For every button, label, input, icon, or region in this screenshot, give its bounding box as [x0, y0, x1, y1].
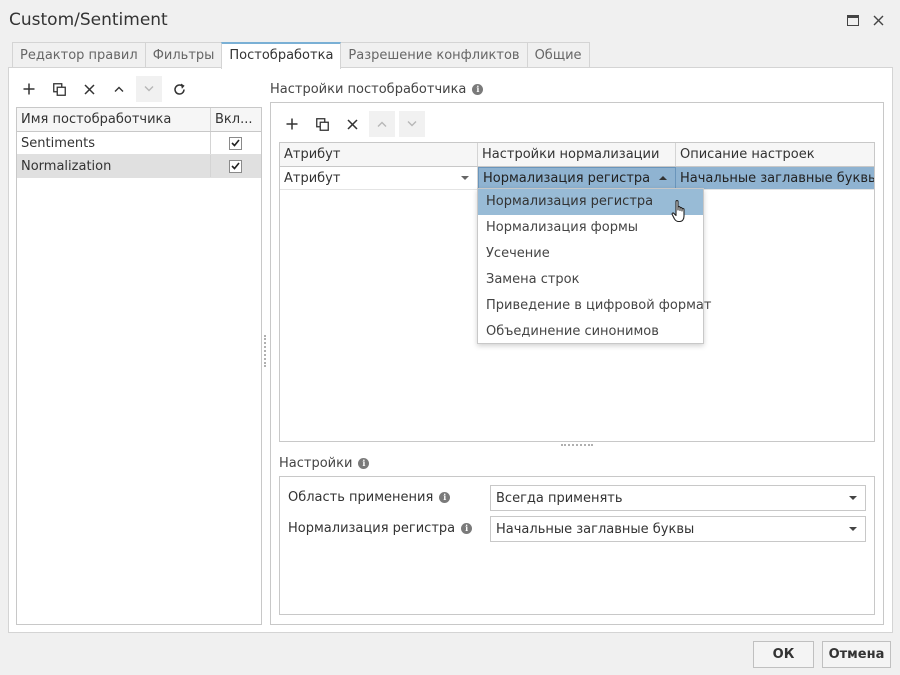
maximize-button[interactable]: [844, 11, 862, 29]
refresh-button[interactable]: [166, 76, 192, 102]
tab-filters[interactable]: Фильтры: [144, 42, 223, 68]
enabled-checkbox[interactable]: [229, 136, 242, 150]
dropdown-option[interactable]: Замена строк: [478, 267, 703, 293]
cancel-button[interactable]: Отмена: [822, 641, 891, 668]
move-rule-down-button[interactable]: [399, 111, 425, 137]
postprocessor-settings-label: Настройки постобработчика: [270, 82, 467, 97]
enabled-checkbox[interactable]: [229, 159, 242, 173]
dropdown-option[interactable]: Нормализация регистра: [478, 189, 703, 215]
add-rule-button[interactable]: [279, 111, 305, 137]
window-title: Custom/Sentiment: [9, 10, 168, 30]
copy-icon: [52, 82, 66, 96]
table-row[interactable]: Атрибут Нормализация регистра Начальные …: [280, 167, 874, 190]
dropdown-option[interactable]: Нормализация формы: [478, 215, 703, 241]
postprocessor-name: Sentiments: [17, 132, 211, 154]
copy-icon: [315, 117, 329, 131]
move-up-button[interactable]: [106, 76, 132, 102]
description-cell: Начальные заглавные буквы: [676, 167, 874, 189]
case-normalization-select[interactable]: Начальные заглавные буквы: [490, 516, 866, 542]
chevron-down-icon: [407, 121, 417, 127]
case-normalization-value: Начальные заглавные буквы: [496, 521, 695, 537]
chevron-down-icon: [849, 527, 857, 531]
ok-button[interactable]: ОК: [753, 641, 814, 668]
move-rule-up-button[interactable]: [369, 111, 395, 137]
list-header: Имя постобработчика Вкл...: [17, 108, 261, 132]
column-header-attribute[interactable]: Атрибут: [280, 143, 478, 166]
close-icon: [873, 15, 883, 25]
tab-rule-editor[interactable]: Редактор правил: [12, 42, 146, 68]
list-item[interactable]: Sentiments: [17, 132, 261, 155]
column-header-description[interactable]: Описание настроек: [676, 143, 874, 166]
copy-rule-button[interactable]: [309, 111, 335, 137]
chevron-up-icon: [377, 121, 387, 127]
attribute-value: Атрибут: [284, 170, 341, 186]
refresh-icon: [173, 83, 185, 95]
attribute-cell[interactable]: Атрибут: [280, 167, 478, 189]
info-icon[interactable]: i: [472, 84, 484, 95]
delete-rule-button[interactable]: [339, 111, 365, 137]
close-button[interactable]: [869, 11, 887, 29]
move-down-button[interactable]: [136, 76, 162, 102]
postprocessor-name: Normalization: [17, 155, 211, 177]
column-header-normalization[interactable]: Настройки нормализации: [478, 143, 676, 166]
postprocessor-list: Имя постобработчика Вкл... Sentiments No…: [16, 107, 262, 625]
info-icon[interactable]: i: [461, 523, 473, 534]
hand-cursor-icon: [671, 200, 685, 223]
settings-label: Настройки: [279, 456, 353, 471]
copy-button[interactable]: [46, 76, 72, 102]
scope-select[interactable]: Всегда применять: [490, 485, 866, 511]
maximize-icon: [847, 14, 859, 26]
dropdown-option[interactable]: Усечение: [478, 241, 703, 267]
checkmark-icon: [231, 162, 240, 170]
case-normalization-label: Нормализация регистра: [288, 521, 456, 536]
normalization-dropdown: Нормализация регистра Нормализация формы…: [477, 188, 711, 345]
vertical-splitter[interactable]: [264, 335, 267, 367]
chevron-down-icon: [849, 496, 857, 500]
tab-bar: Редактор правил Фильтры Постобработка Ра…: [12, 42, 590, 69]
column-header-name[interactable]: Имя постобработчика: [17, 108, 211, 131]
tab-conflict-resolution[interactable]: Разрешение конфликтов: [340, 42, 528, 68]
scope-label: Область применения: [288, 490, 434, 505]
normalization-cell[interactable]: Нормализация регистра: [478, 167, 676, 189]
dropdown-up-arrow-icon: [659, 176, 667, 180]
delete-icon: [83, 83, 95, 95]
plus-icon: [23, 83, 35, 95]
scope-value: Всегда применять: [496, 490, 623, 506]
list-item[interactable]: Normalization: [17, 155, 261, 178]
delete-icon: [346, 118, 358, 130]
tab-general[interactable]: Общие: [526, 42, 590, 68]
plus-icon: [286, 118, 298, 130]
normalization-value: Нормализация регистра: [483, 170, 651, 186]
dropdown-arrow-icon: [461, 176, 469, 180]
grid-header: Атрибут Настройки нормализации Описание …: [280, 143, 874, 167]
chevron-down-icon: [144, 86, 154, 92]
dropdown-option[interactable]: Приведение в цифровой формат: [478, 293, 711, 319]
checkmark-icon: [231, 139, 240, 147]
horizontal-splitter[interactable]: [561, 444, 593, 447]
delete-button[interactable]: [76, 76, 102, 102]
info-icon[interactable]: i: [358, 458, 370, 469]
chevron-up-icon: [114, 86, 124, 92]
add-button[interactable]: [16, 76, 42, 102]
info-icon[interactable]: i: [439, 492, 451, 503]
tab-postprocessing[interactable]: Постобработка: [221, 42, 342, 69]
dropdown-option[interactable]: Объединение синонимов: [478, 319, 703, 345]
column-header-enabled[interactable]: Вкл...: [211, 108, 261, 131]
